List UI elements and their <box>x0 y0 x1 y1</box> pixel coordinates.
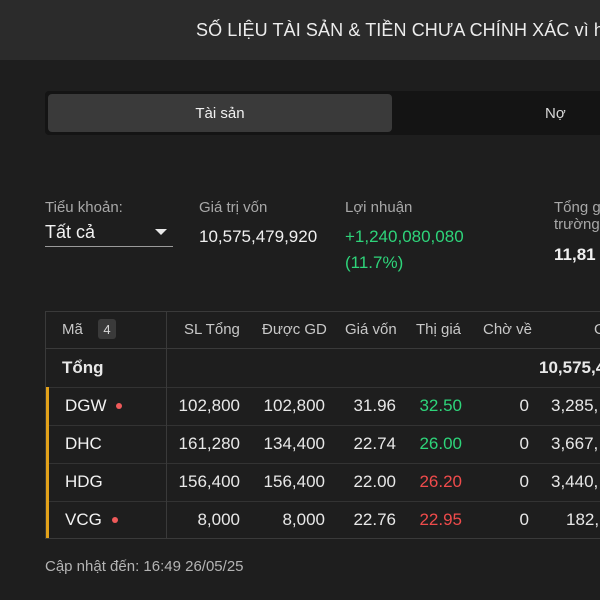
row-accent <box>46 425 49 463</box>
row-accent <box>46 501 49 538</box>
row-cost: 31.96 <box>353 396 396 415</box>
alert-dot-icon <box>116 403 122 409</box>
col-tradable[interactable]: Được GD <box>262 321 327 338</box>
table-header: Mã 4 SL Tổng Được GD Giá vốn Thị giá Chờ… <box>46 312 600 349</box>
market-value-label-2: trường <box>554 216 600 233</box>
row-tradable: 102,800 <box>263 396 325 415</box>
total-row: Tổng 10,575,4 <box>46 349 600 388</box>
row-symbol: VCG <box>65 510 102 529</box>
row-cost: 22.74 <box>353 434 396 453</box>
table-row[interactable]: DHC 161,280 134,400 22.74 26.00 0 3,667, <box>46 425 600 464</box>
row-value: 3,440, <box>551 472 599 491</box>
row-quantity: 102,800 <box>178 396 240 415</box>
tab-assets[interactable]: Tài sản <box>48 94 392 132</box>
row-value: 3,667, <box>551 434 599 453</box>
row-tradable: 8,000 <box>282 510 325 529</box>
warning-text: SỐ LIỆU TÀI SẢN & TIỀN CHƯA CHÍNH XÁC vì… <box>196 19 600 40</box>
total-value: 10,575,4 <box>539 358 600 377</box>
caret-down-icon <box>155 229 167 235</box>
table-row[interactable]: VCG 8,000 8,000 22.76 22.95 0 <box>46 501 529 538</box>
table-row[interactable]: DGW 102,800 102,800 31.96 32.50 0 3,285, <box>46 387 600 426</box>
row-symbol: HDG <box>65 472 103 491</box>
row-accent <box>46 463 49 501</box>
profit-label: Lợi nhuận <box>345 199 413 216</box>
row-cost: 22.76 <box>353 510 396 529</box>
row-symbol: DHC <box>65 434 102 453</box>
row-pending: 0 <box>519 396 529 415</box>
cost-value: 10,575,479,920 <box>199 227 318 246</box>
holdings-count-badge: 4 <box>98 319 116 339</box>
row-tradable: 134,400 <box>263 434 325 453</box>
col-cost-price[interactable]: Giá vốn <box>345 321 397 338</box>
row-tradable: 156,400 <box>263 472 325 491</box>
row-cost: 22.00 <box>353 472 396 491</box>
row-value: 3,285, <box>551 396 599 415</box>
last-updated: Cập nhật đến: 16:49 26/05/25 <box>45 558 244 575</box>
warning-banner: SỐ LIỆU TÀI SẢN & TIỀN CHƯA CHÍNH XÁC vì… <box>0 0 600 60</box>
row-market: 32.50 <box>419 396 462 415</box>
col-pending[interactable]: Chờ về <box>483 321 532 338</box>
row-symbol: DGW <box>65 396 107 415</box>
holdings-table: Mã 4 SL Tổng Được GD Giá vốn Thị giá Chờ… <box>45 311 600 539</box>
row-pending: 0 <box>519 472 529 491</box>
table-row[interactable]: HDG 156,400 156,400 22.00 26.20 0 3,440, <box>46 463 600 502</box>
tab-debt[interactable]: Nợ <box>545 94 566 132</box>
col-quantity[interactable]: SL Tổng <box>184 321 240 338</box>
row-quantity: 8,000 <box>197 510 240 529</box>
column-divider <box>166 312 167 538</box>
alert-dot-icon <box>112 517 118 523</box>
profit-value: +1,240,080,080 <box>345 227 464 246</box>
subaccount-value: Tất cả <box>45 222 96 242</box>
total-label: Tổng <box>62 358 104 377</box>
col-symbol[interactable]: Mã <box>62 321 83 338</box>
row-quantity: 156,400 <box>178 472 240 491</box>
row-market: 26.00 <box>419 434 462 453</box>
row-market: 22.95 <box>419 510 462 529</box>
profit-percent: (11.7%) <box>345 253 404 272</box>
market-value: 11,81 <box>554 245 596 264</box>
row-pending: 0 <box>519 434 529 453</box>
subaccount-label: Tiểu khoản: <box>45 199 123 216</box>
row-pending: 0 <box>519 510 529 529</box>
cost-label: Giá trị vốn <box>199 199 268 216</box>
col-market-price[interactable]: Thị giá <box>416 321 461 338</box>
col-value[interactable]: G <box>594 321 600 338</box>
row-accent <box>46 387 49 425</box>
row-quantity: 161,280 <box>178 434 240 453</box>
subaccount-select[interactable]: Tất cả <box>45 222 173 247</box>
market-value-label: Tổng g <box>554 199 600 216</box>
row-market: 26.20 <box>419 472 462 491</box>
row-value: 182, <box>566 510 600 529</box>
asset-debt-tabs: Tài sản Nợ <box>45 91 600 135</box>
